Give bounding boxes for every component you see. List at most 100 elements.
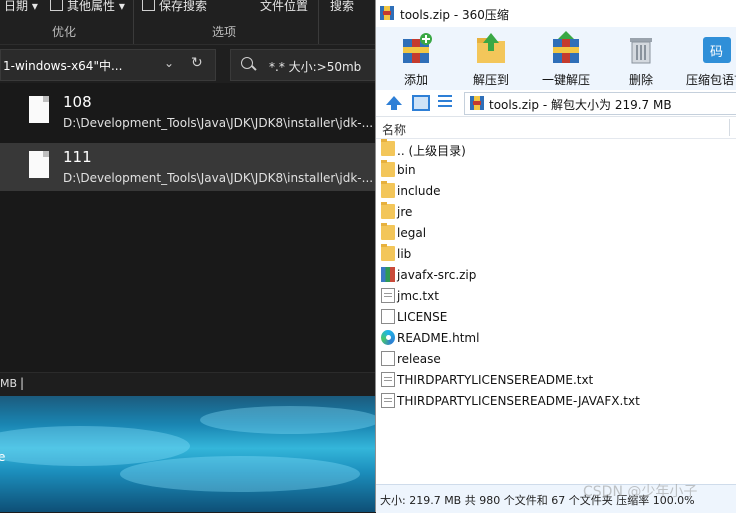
file-row-jre[interactable]: jre [376, 201, 736, 222]
text-file-icon [381, 288, 395, 303]
search-icon [241, 57, 253, 69]
file-row-include[interactable]: include [376, 180, 736, 201]
chevron-down-icon[interactable]: ⌄ [164, 56, 174, 70]
extract-to-button[interactable]: 解压到 [467, 31, 515, 89]
ribbon-separator [133, 0, 134, 44]
column-header: 名称 [376, 117, 736, 139]
column-name-header[interactable]: 名称 [382, 121, 406, 138]
wallpaper-wave [200, 406, 376, 434]
window-title: tools.zip - 360压缩 [400, 8, 509, 22]
ribbon-search-button[interactable]: 搜索 [330, 0, 354, 14]
zip-window: tools.zip - 360压缩 添加 解压到 一键解压 删除 码 压缩包语 … [375, 0, 736, 513]
file-name: legal [397, 226, 427, 240]
file-icon [29, 151, 49, 178]
status-text: MB [0, 377, 18, 390]
folder-icon [381, 244, 395, 261]
text-file-icon [381, 393, 395, 408]
zip-titlebar: tools.zip - 360压缩 [376, 0, 736, 27]
add-button[interactable]: 添加 [392, 31, 440, 89]
file-name: javafx-src.zip [397, 268, 477, 282]
folder-icon [381, 181, 395, 198]
delete-label: 删除 [628, 73, 653, 87]
zip-toolbar: 添加 解压到 一键解压 删除 码 压缩包语 [376, 27, 736, 91]
file-name: LICENSE [397, 310, 448, 324]
folder-icon [381, 139, 395, 156]
archive-language-badge: 码 [710, 45, 724, 60]
one-click-extract-label: 一键解压 [541, 73, 590, 87]
file-row-lib[interactable]: lib [376, 243, 736, 264]
file-name: THIRDPARTYLICENSEREADME-JAVAFX.txt [397, 394, 640, 408]
file-name: lib [397, 247, 412, 261]
extract-folder-icon [477, 33, 505, 63]
search-input[interactable]: *.* 大小:>50mb [230, 49, 378, 81]
search-result-item-selected[interactable]: 111 D:\Development_Tools\Java\JDK\JDK8\i… [0, 143, 376, 191]
status-divider: | [20, 376, 25, 390]
wallpaper-wave [120, 456, 360, 492]
view-mode-icon[interactable] [412, 95, 430, 111]
one-click-extract-button[interactable]: 一键解压 [540, 31, 592, 89]
up-arrow-icon[interactable] [386, 96, 402, 110]
archive-file-list: .. (上级目录) bin include jre legal lib java… [376, 138, 736, 483]
text-file-icon [381, 372, 395, 387]
file-row-readme[interactable]: README.html [376, 327, 736, 348]
column-separator[interactable] [729, 119, 730, 136]
file-name: THIRDPARTYLICENSEREADME.txt [397, 373, 594, 387]
blank-file-icon [381, 351, 395, 366]
ribbon-file-location-button[interactable]: 文件位置 [260, 0, 308, 14]
file-row-thirdparty-readme-javafx[interactable]: THIRDPARTYLICENSEREADME-JAVAFX.txt [376, 390, 736, 411]
file-icon [29, 96, 49, 123]
file-name: README.html [397, 331, 480, 345]
ribbon-group-optimize: 优化 [52, 25, 77, 39]
desktop-wallpaper: e [0, 396, 376, 512]
search-result-item[interactable]: 108 D:\Development_Tools\Java\JDK\JDK8\i… [0, 88, 376, 136]
file-name: release [397, 352, 441, 366]
save-icon [142, 0, 155, 11]
archive-path-text: tools.zip - 解包大小为 219.7 MB [489, 98, 672, 112]
ribbon-other-properties-button[interactable]: 其他属性 ▾ [50, 0, 125, 14]
ribbon-save-search-button[interactable]: 保存搜索 [142, 0, 207, 14]
archive-language-button[interactable]: 码 压缩包语言 [682, 31, 736, 89]
delete-button[interactable]: 删除 [617, 31, 665, 89]
archive-language-label: 压缩包语言 [686, 73, 736, 87]
ribbon-separator [318, 0, 319, 44]
search-query: *.* 大小:>50mb [269, 60, 362, 74]
folder-icon [381, 223, 395, 240]
file-row-legal[interactable]: legal [376, 222, 736, 243]
zip-file-icon [381, 267, 395, 282]
folder-icon [381, 202, 395, 219]
ribbon-group-options: 选项 [212, 25, 237, 39]
trash-icon [630, 38, 652, 64]
zip-app-icon [380, 6, 394, 20]
file-name: jmc.txt [397, 289, 439, 303]
list-view-icon[interactable] [438, 95, 452, 109]
file-row-bin[interactable]: bin [376, 159, 736, 180]
file-row-release[interactable]: release [376, 348, 736, 369]
result-path: D:\Development_Tools\Java\JDK\JDK8\insta… [63, 171, 374, 185]
add-archive-icon [403, 33, 432, 63]
file-row-thirdparty-readme[interactable]: THIRDPARTYLICENSEREADME.txt [376, 369, 736, 390]
ribbon-date-button[interactable]: 日期 ▾ [4, 0, 38, 14]
file-row-jmc[interactable]: jmc.txt [376, 285, 736, 306]
file-name: .. (上级目录) [397, 144, 466, 158]
zip-file-icon [470, 96, 484, 110]
explorer-status-bar: MB | [0, 372, 376, 397]
properties-icon [50, 0, 63, 11]
file-name: bin [397, 163, 416, 177]
address-text: 1-windows-x64"中... [3, 59, 123, 73]
file-row-javafx-src[interactable]: javafx-src.zip [376, 264, 736, 285]
result-name: 111 [63, 148, 92, 166]
file-row-license[interactable]: LICENSE [376, 306, 736, 327]
archive-path-bar[interactable]: tools.zip - 解包大小为 219.7 MB [464, 92, 736, 115]
add-button-label: 添加 [403, 73, 428, 87]
edge-browser-icon [381, 330, 395, 345]
file-row-parent-dir[interactable]: .. (上级目录) [376, 138, 736, 159]
desktop-label: e [0, 450, 6, 464]
file-name: include [397, 184, 441, 198]
result-name: 108 [63, 93, 92, 111]
address-row: 1-windows-x64"中... ⌄ ↻ *.* 大小:>50mb [0, 45, 378, 83]
address-bar[interactable]: 1-windows-x64"中... ⌄ ↻ [0, 49, 216, 81]
blank-file-icon [381, 309, 395, 324]
file-name: jre [397, 205, 413, 219]
refresh-icon[interactable]: ↻ [191, 55, 203, 71]
one-click-extract-icon [553, 31, 579, 63]
